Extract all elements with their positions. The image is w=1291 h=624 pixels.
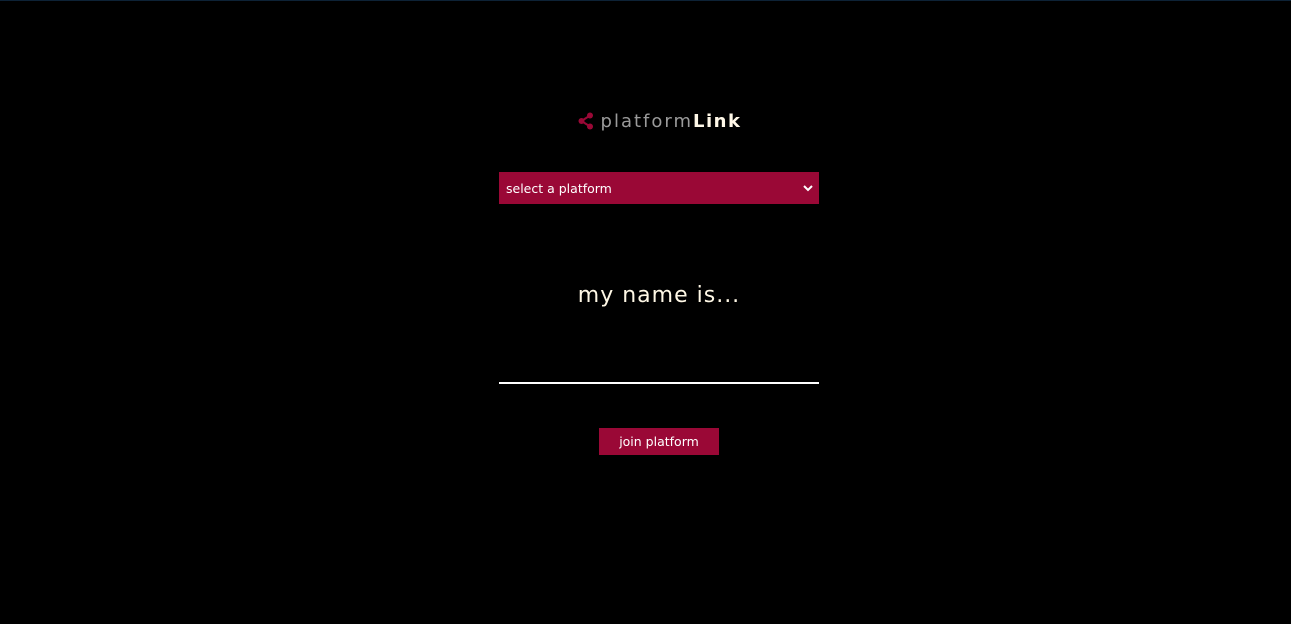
platform-select-value: select a platform — [506, 180, 612, 196]
logo-text-link: Link — [693, 110, 742, 132]
top-border — [0, 0, 1291, 1]
logo-text-platform: platform — [600, 110, 694, 132]
platform-select[interactable]: select a platform — [499, 172, 819, 204]
logo: platform Link — [499, 108, 819, 134]
share-icon — [577, 112, 595, 130]
join-platform-button[interactable]: join platform — [599, 428, 719, 455]
name-prompt: my name is... — [577, 283, 741, 308]
name-input[interactable] — [499, 340, 819, 384]
chevron-down-icon — [802, 182, 814, 194]
